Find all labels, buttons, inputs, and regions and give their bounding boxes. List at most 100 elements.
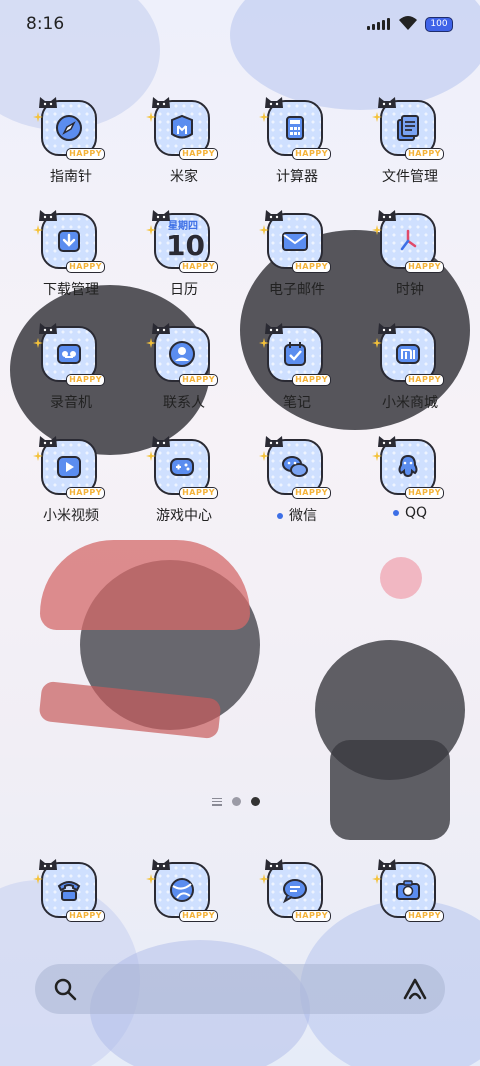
app-label-text: 游戏中心 bbox=[156, 508, 212, 524]
compass-icon-tile[interactable]: HAPPY bbox=[33, 97, 105, 160]
cat-ears-icon bbox=[39, 97, 57, 108]
contacts-icon-tile[interactable]: HAPPY bbox=[146, 323, 218, 386]
new-install-dot bbox=[277, 513, 283, 519]
page-indicator-feed[interactable] bbox=[212, 797, 222, 806]
happy-tag: HAPPY bbox=[66, 261, 105, 273]
app-label-text: 日历 bbox=[170, 282, 198, 298]
sparkle-icon bbox=[259, 874, 269, 884]
app-mi-video[interactable]: HAPPY 小米视频 bbox=[21, 436, 121, 525]
happy-tag: HAPPY bbox=[292, 261, 331, 273]
dock-phone[interactable]: HAPPY bbox=[21, 859, 121, 922]
wechat-icon-tile[interactable]: HAPPY bbox=[259, 436, 331, 499]
app-label: 微信 bbox=[247, 505, 347, 525]
app-calendar[interactable]: 星期四 10 HAPPY 日历 bbox=[134, 210, 234, 299]
app-label-text: 微信 bbox=[289, 508, 317, 524]
app-email[interactable]: HAPPY 电子邮件 bbox=[247, 210, 347, 299]
app-recorder[interactable]: HAPPY 录音机 bbox=[21, 323, 121, 412]
mi-store-icon-tile[interactable]: HAPPY bbox=[372, 323, 444, 386]
app-calculator[interactable]: HAPPY 计算器 bbox=[247, 97, 347, 186]
cat-ears-icon bbox=[152, 97, 170, 108]
happy-tag: HAPPY bbox=[66, 148, 105, 160]
browser-icon-tile[interactable]: HAPPY bbox=[146, 859, 218, 922]
notes-icon-tile[interactable]: HAPPY bbox=[259, 323, 331, 386]
happy-tag: HAPPY bbox=[292, 148, 331, 160]
messages-icon-tile[interactable]: HAPPY bbox=[259, 859, 331, 922]
happy-tag: HAPPY bbox=[292, 487, 331, 499]
file-manager-icon-tile[interactable]: HAPPY bbox=[372, 97, 444, 160]
sparkle-icon bbox=[33, 451, 43, 461]
recorder-icon bbox=[57, 344, 81, 364]
calculator-icon bbox=[286, 116, 304, 140]
app-label-text: 指南针 bbox=[50, 169, 92, 185]
happy-tag: HAPPY bbox=[179, 910, 218, 922]
calendar-icon-tile[interactable]: 星期四 10 HAPPY bbox=[146, 210, 218, 273]
signal-icon bbox=[367, 18, 390, 30]
mi-home-icon-tile[interactable]: HAPPY bbox=[146, 97, 218, 160]
app-clock[interactable]: HAPPY 时钟 bbox=[360, 210, 460, 299]
cat-ears-icon bbox=[378, 859, 396, 870]
app-downloads[interactable]: HAPPY 下载管理 bbox=[21, 210, 121, 299]
cat-ears-icon bbox=[265, 210, 283, 221]
search-bar[interactable] bbox=[35, 964, 445, 1014]
app-label-text: 小米商城 bbox=[382, 395, 438, 411]
app-contacts[interactable]: HAPPY 联系人 bbox=[134, 323, 234, 412]
ai-assistant-icon[interactable] bbox=[401, 976, 429, 1002]
dock-browser[interactable]: HAPPY bbox=[134, 859, 234, 922]
app-label-text: 文件管理 bbox=[382, 169, 438, 185]
app-label: 录音机 bbox=[21, 392, 121, 412]
downloads-icon-tile[interactable]: HAPPY bbox=[33, 210, 105, 273]
dock-messages[interactable]: HAPPY bbox=[247, 859, 347, 922]
calculator-icon-tile[interactable]: HAPPY bbox=[259, 97, 331, 160]
cat-ears-icon bbox=[39, 210, 57, 221]
happy-tag: HAPPY bbox=[292, 374, 331, 386]
cat-ears-icon bbox=[265, 97, 283, 108]
app-label: 指南针 bbox=[21, 166, 121, 186]
qq-icon-tile[interactable]: HAPPY bbox=[372, 436, 444, 499]
app-game-center[interactable]: HAPPY 游戏中心 bbox=[134, 436, 234, 525]
page-dot-2-active[interactable] bbox=[251, 797, 260, 806]
happy-tag: HAPPY bbox=[66, 487, 105, 499]
sparkle-icon bbox=[33, 874, 43, 884]
happy-tag: HAPPY bbox=[179, 487, 218, 499]
camera-icon bbox=[396, 880, 420, 900]
page-dot-1[interactable] bbox=[232, 797, 241, 806]
happy-tag: HAPPY bbox=[292, 910, 331, 922]
contacts-icon bbox=[169, 341, 195, 367]
app-label: 计算器 bbox=[247, 166, 347, 186]
email-icon-tile[interactable]: HAPPY bbox=[259, 210, 331, 273]
qq-icon bbox=[398, 454, 418, 478]
app-compass[interactable]: HAPPY 指南针 bbox=[21, 97, 121, 186]
camera-icon-tile[interactable]: HAPPY bbox=[372, 859, 444, 922]
sparkle-icon bbox=[146, 874, 156, 884]
phone-icon-tile[interactable]: HAPPY bbox=[33, 859, 105, 922]
clock-icon bbox=[400, 229, 417, 251]
dock-camera[interactable]: HAPPY bbox=[360, 859, 460, 922]
app-label: QQ bbox=[360, 505, 460, 521]
cat-ears-icon bbox=[39, 323, 57, 334]
happy-tag: HAPPY bbox=[179, 374, 218, 386]
search-icon bbox=[54, 978, 77, 1001]
recorder-icon-tile[interactable]: HAPPY bbox=[33, 323, 105, 386]
happy-tag: HAPPY bbox=[179, 148, 218, 160]
sparkle-icon bbox=[259, 451, 269, 461]
app-file-manager[interactable]: HAPPY 文件管理 bbox=[360, 97, 460, 186]
app-qq[interactable]: HAPPY QQ bbox=[360, 436, 460, 521]
cat-ears-icon bbox=[265, 323, 283, 334]
app-label-text: 录音机 bbox=[50, 395, 92, 411]
app-label-text: 计算器 bbox=[276, 169, 318, 185]
app-wechat[interactable]: HAPPY 微信 bbox=[247, 436, 347, 525]
sparkle-icon bbox=[146, 225, 156, 235]
happy-tag: HAPPY bbox=[66, 374, 105, 386]
app-mi-home[interactable]: HAPPY 米家 bbox=[134, 97, 234, 186]
cat-ears-icon bbox=[378, 323, 396, 334]
compass-icon bbox=[56, 115, 82, 141]
file-manager-icon bbox=[397, 115, 419, 141]
cat-ears-icon bbox=[265, 436, 283, 447]
sparkle-icon bbox=[259, 338, 269, 348]
app-mi-store[interactable]: HAPPY 小米商城 bbox=[360, 323, 460, 412]
clock-icon-tile[interactable]: HAPPY bbox=[372, 210, 444, 273]
game-center-icon-tile[interactable]: HAPPY bbox=[146, 436, 218, 499]
app-notes[interactable]: HAPPY 笔记 bbox=[247, 323, 347, 412]
cat-ears-icon bbox=[152, 323, 170, 334]
mi-video-icon-tile[interactable]: HAPPY bbox=[33, 436, 105, 499]
